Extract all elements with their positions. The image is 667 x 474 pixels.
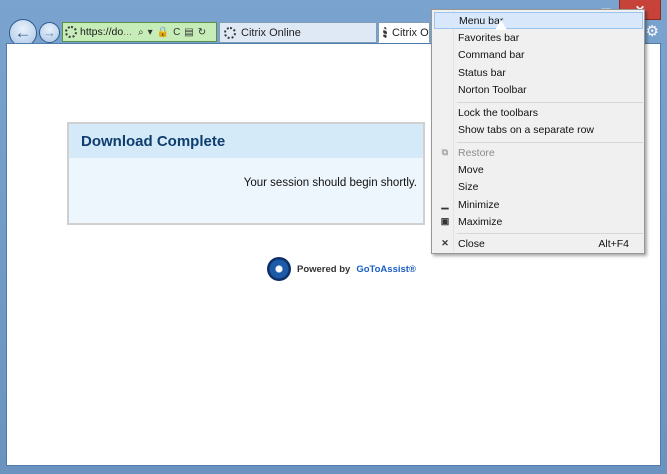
tab-label: Citrix On [392, 26, 429, 39]
menu-item-lock-toolbars[interactable]: Lock the toolbars [434, 104, 643, 121]
address-bar[interactable]: https://do... ⌕ ▾ 🔒 C ▤ ↻ [62, 22, 217, 42]
powered-brand[interactable]: GoToAssist® [356, 264, 416, 275]
dropdown-icon[interactable]: ▾ [148, 27, 153, 38]
menu-item-size[interactable]: Size [434, 178, 643, 195]
close-icon: ✕ [441, 238, 449, 248]
address-tools: ⌕ ▾ 🔒 C ▤ ↻ [138, 27, 206, 38]
minimize-icon: ▁ [441, 199, 449, 209]
powered-by: Powered by GoToAssist® [267, 255, 416, 283]
loading-icon [65, 26, 77, 38]
restore-icon: ⧉ [441, 147, 449, 157]
gear-icon[interactable]: ⚙ [646, 22, 659, 40]
context-menu: Menu bar Favorites bar Command bar Statu… [431, 9, 645, 254]
tab-citrix-online-1[interactable]: Citrix Online [219, 22, 377, 43]
menu-item-show-tabs-separate-row[interactable]: Show tabs on a separate row [434, 121, 643, 138]
c-icon[interactable]: C [173, 27, 180, 38]
download-panel: Download Complete Your session should be… [67, 122, 425, 225]
refresh-icon[interactable]: ↻ [198, 27, 206, 38]
menu-item-minimize[interactable]: ▁ Minimize [434, 196, 643, 213]
menu-item-maximize[interactable]: ▣ Maximize [434, 213, 643, 230]
menu-item-norton-toolbar[interactable]: Norton Toolbar [434, 81, 643, 98]
menu-item-restore[interactable]: ⧉ Restore [434, 144, 643, 161]
menu-item-command-bar[interactable]: Command bar [434, 46, 643, 63]
tab-label: Citrix Online [241, 26, 301, 39]
arrow-left-icon: ← [14, 23, 32, 42]
menu-separator [457, 233, 643, 234]
address-url[interactable]: https://do... [80, 26, 132, 38]
mouse-cursor-icon [495, 20, 507, 30]
loading-icon [224, 26, 236, 39]
tab-citrix-online-2[interactable]: Citrix On [378, 22, 430, 43]
menu-item-favorites-bar[interactable]: Favorites bar [434, 29, 643, 46]
maximize-icon: ▣ [440, 216, 450, 226]
arrow-right-icon: → [43, 25, 56, 40]
page-title: Download Complete [69, 124, 423, 158]
search-icon[interactable]: ⌕ [138, 27, 144, 38]
menu-item-menu-bar[interactable]: Menu bar [434, 12, 643, 29]
close-shortcut: Alt+F4 [598, 237, 629, 250]
window-bottom-border [0, 466, 667, 474]
menu-separator [457, 102, 643, 103]
menu-item-status-bar[interactable]: Status bar [434, 64, 643, 81]
menu-separator [457, 142, 643, 143]
compat-icon[interactable]: ▤ [184, 27, 193, 38]
status-message: Your session should begin shortly. [243, 177, 417, 189]
forward-button[interactable]: → [39, 22, 60, 43]
menu-item-close[interactable]: ✕ Close Alt+F4 [434, 235, 643, 252]
lock-icon[interactable]: 🔒 [157, 27, 169, 38]
menu-item-move[interactable]: Move [434, 161, 643, 178]
loading-icon [383, 26, 387, 39]
gotoassist-logo-icon [267, 255, 291, 283]
powered-prefix: Powered by [297, 263, 351, 275]
